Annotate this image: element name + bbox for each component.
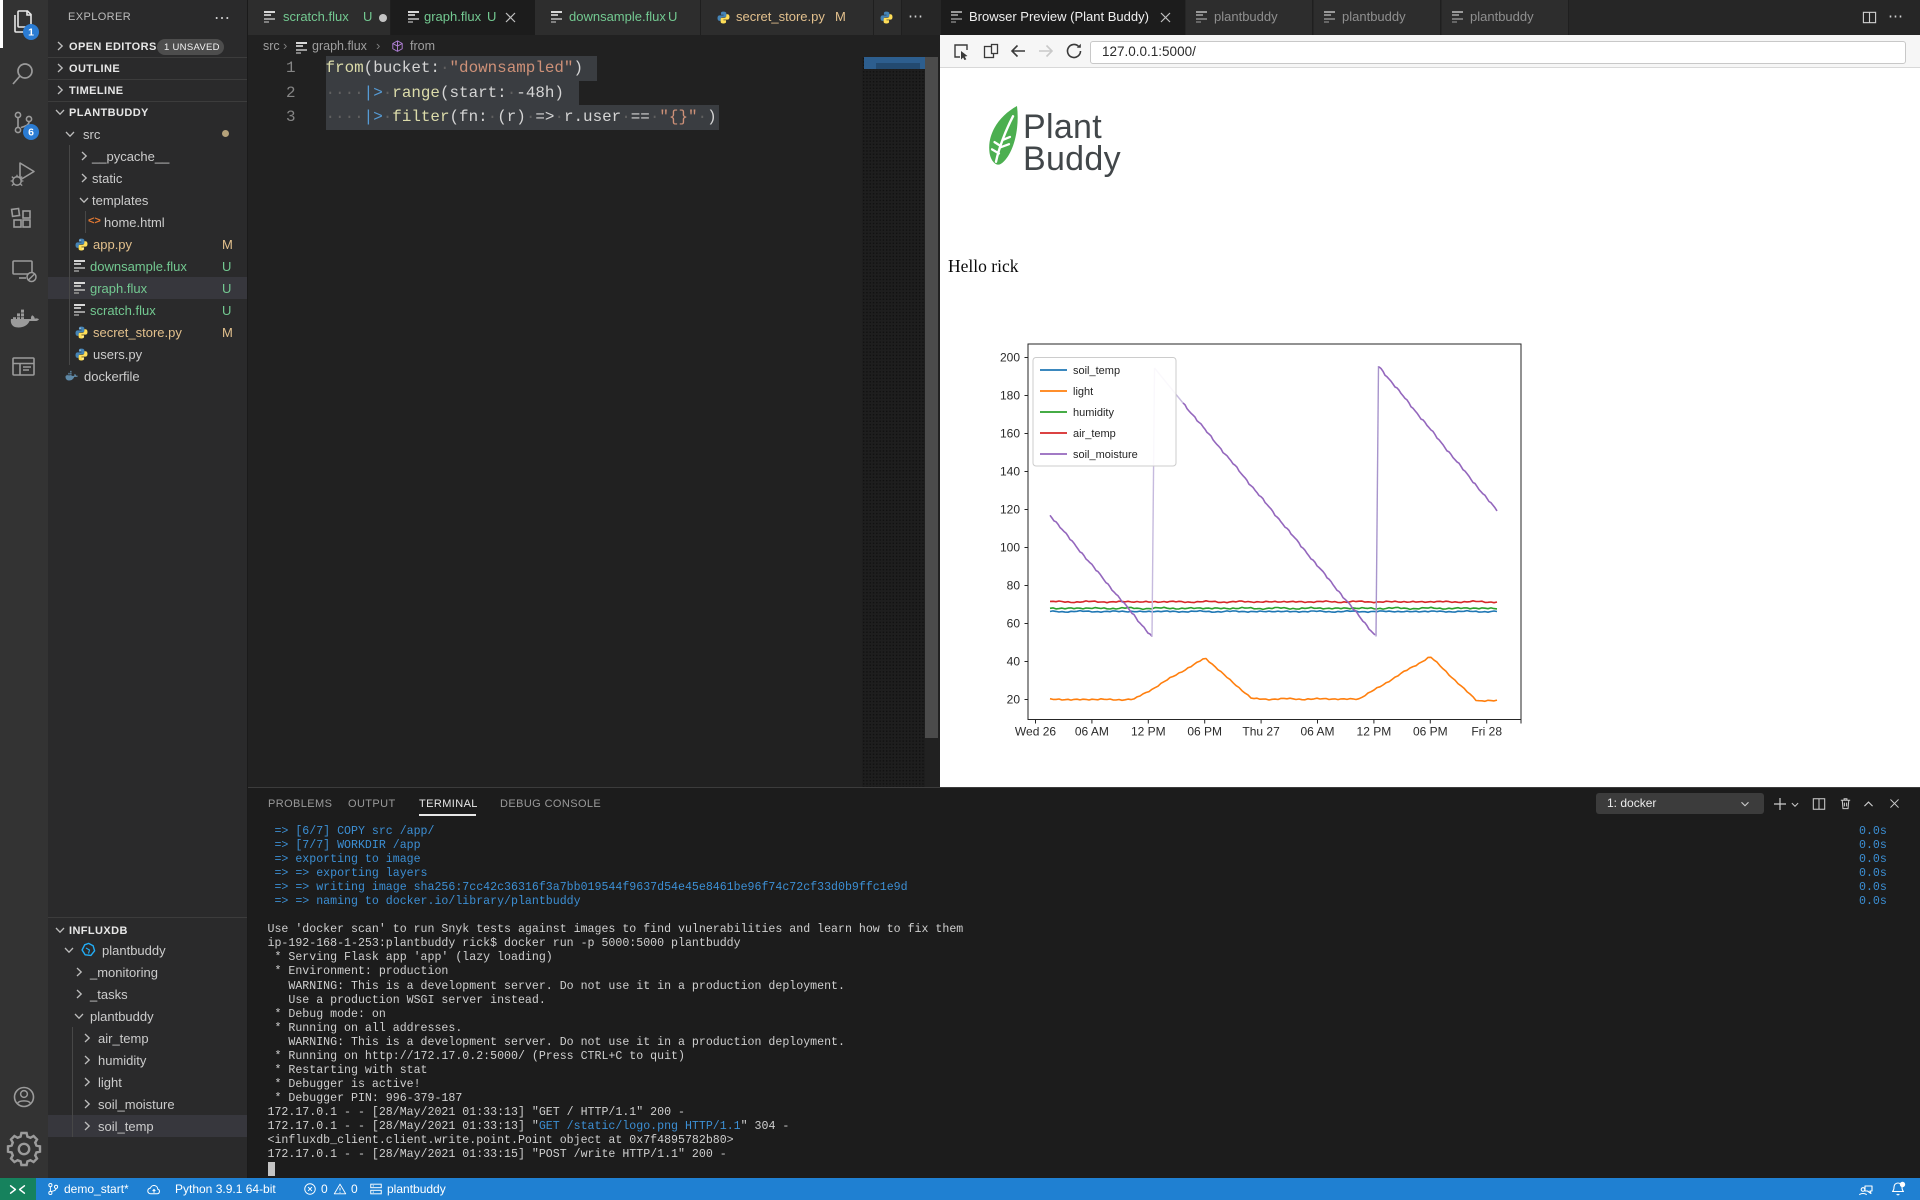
svg-text:06 AM: 06 AM (1075, 725, 1109, 739)
svg-text:12 PM: 12 PM (1131, 725, 1166, 739)
svg-text:06 AM: 06 AM (1300, 725, 1334, 739)
svg-text:soil_temp: soil_temp (1073, 365, 1120, 377)
svg-text:1: 1 (28, 27, 34, 39)
svg-text:soil_moisture: soil_moisture (1073, 449, 1138, 461)
svg-text:100: 100 (1000, 541, 1020, 555)
svg-text:80: 80 (1007, 579, 1021, 593)
svg-text:06 PM: 06 PM (1413, 725, 1448, 739)
svg-text:160: 160 (1000, 427, 1020, 441)
svg-text:06 PM: 06 PM (1187, 725, 1222, 739)
svg-text:light: light (1073, 386, 1093, 398)
svg-text:12 PM: 12 PM (1357, 725, 1392, 739)
svg-text:6: 6 (28, 127, 34, 139)
svg-text:140: 140 (1000, 465, 1020, 479)
svg-text:Fri 28: Fri 28 (1471, 725, 1502, 739)
svg-text:180: 180 (1000, 389, 1020, 403)
svg-text:40: 40 (1007, 655, 1021, 669)
svg-text:Wed 26: Wed 26 (1015, 725, 1056, 739)
svg-text:Thu 27: Thu 27 (1242, 725, 1280, 739)
svg-text:200: 200 (1000, 351, 1020, 365)
svg-text:60: 60 (1007, 617, 1021, 631)
svg-text:120: 120 (1000, 503, 1020, 517)
svg-text:air_temp: air_temp (1073, 428, 1116, 440)
svg-text:20: 20 (1007, 693, 1021, 707)
svg-text:humidity: humidity (1073, 407, 1114, 419)
